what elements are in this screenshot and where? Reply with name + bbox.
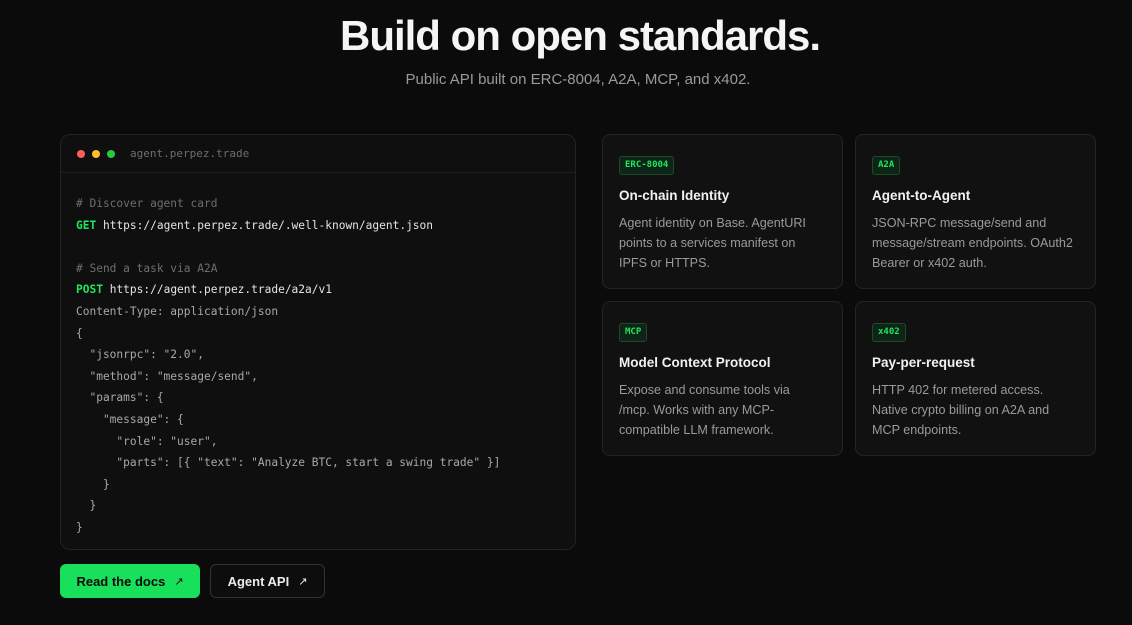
- code-text: }: [76, 477, 110, 491]
- code-line: Content-Type: application/json: [76, 301, 560, 323]
- code-line: "message": {: [76, 409, 560, 431]
- code-comment: # Send a task via A2A: [76, 261, 218, 275]
- external-arrow-icon: ↗: [174, 575, 184, 588]
- code-line: {: [76, 323, 560, 345]
- page-title: Build on open standards.: [339, 12, 821, 59]
- terminal-title: agent.perpez.trade: [130, 147, 250, 160]
- card-a2a: A2A Agent-to-Agent JSON-RPC message/send…: [855, 134, 1096, 289]
- agent-api-button[interactable]: Agent API ↗: [210, 564, 325, 598]
- standard-badge: A2A: [872, 156, 901, 175]
- code-text: "jsonrpc": "2.0",: [76, 348, 204, 362]
- code-text: {: [76, 326, 83, 340]
- code-line: POST https://agent.perpez.trade/a2a/v1: [76, 279, 560, 301]
- code-terminal: agent.perpez.trade # Discover agent card…: [60, 134, 576, 550]
- maximize-dot-icon: [107, 149, 115, 158]
- http-method: POST: [76, 283, 103, 297]
- standard-badge: x402: [872, 323, 906, 342]
- card-description: Agent identity on Base. AgentURI points …: [619, 216, 806, 270]
- code-line: "role": "user",: [76, 431, 560, 453]
- standard-badge: MCP: [619, 323, 648, 342]
- read-docs-label: Read the docs: [76, 573, 166, 589]
- card-title: Model Context Protocol: [619, 355, 771, 370]
- agent-api-label: Agent API: [227, 573, 290, 589]
- terminal-title-bar: agent.perpez.trade: [61, 135, 575, 173]
- code-line: # Discover agent card: [76, 193, 560, 215]
- code-text: "role": "user",: [76, 434, 218, 448]
- card-description: HTTP 402 for metered access. Native cryp…: [872, 383, 1050, 437]
- endpoint-url: https://agent.perpez.trade/a2a/v1: [109, 283, 332, 297]
- card-mcp: MCP Model Context Protocol Expose and co…: [602, 301, 843, 456]
- code-line: "jsonrpc": "2.0",: [76, 344, 560, 366]
- card-x402: x402 Pay-per-request HTTP 402 for metere…: [855, 301, 1096, 456]
- code-line: }: [76, 495, 560, 517]
- code-text: }: [76, 499, 97, 513]
- code-line: "params": {: [76, 387, 560, 409]
- minimize-dot-icon: [92, 149, 100, 158]
- card-title: Agent-to-Agent: [872, 188, 971, 203]
- code-line: # Send a task via A2A: [76, 258, 560, 280]
- code-text: "parts": [{ "text": "Analyze BTC, start …: [76, 456, 501, 470]
- code-line: }: [76, 474, 560, 496]
- code-text: Content-Type: application/json: [76, 304, 279, 318]
- code-block: # Discover agent card GET https://agent.p…: [61, 173, 575, 539]
- code-comment: # Discover agent card: [76, 197, 218, 210]
- code-text: "method": "message/send",: [76, 369, 258, 383]
- code-line: "parts": [{ "text": "Analyze BTC, start …: [76, 452, 560, 474]
- page-subtitle: Public API built on ERC-8004, A2A, MCP, …: [405, 71, 751, 88]
- card-erc-8004: ERC-8004 On-chain Identity Agent identit…: [602, 134, 843, 289]
- endpoint-url: https://agent.perpez.trade/.well-known/a…: [102, 218, 434, 232]
- code-text: }: [76, 520, 83, 534]
- read-docs-button[interactable]: Read the docs ↗: [60, 564, 200, 598]
- external-arrow-icon: ↗: [298, 575, 308, 588]
- card-description: JSON-RPC message/send and message/stream…: [872, 216, 1073, 270]
- close-dot-icon: [77, 149, 85, 158]
- code-line: GET https://agent.perpez.trade/.well-kno…: [76, 215, 560, 237]
- code-text: "message": {: [76, 412, 184, 426]
- http-method: GET: [76, 218, 97, 232]
- code-text: "params": {: [76, 391, 164, 405]
- card-title: Pay-per-request: [872, 355, 975, 370]
- standard-badge: ERC-8004: [619, 156, 675, 175]
- code-line: }: [76, 517, 560, 539]
- card-description: Expose and consume tools via /mcp. Works…: [619, 383, 790, 437]
- card-title: On-chain Identity: [619, 188, 730, 203]
- code-line: "method": "message/send",: [76, 366, 560, 388]
- page: Build on open standards. Public API buil…: [0, 0, 1132, 625]
